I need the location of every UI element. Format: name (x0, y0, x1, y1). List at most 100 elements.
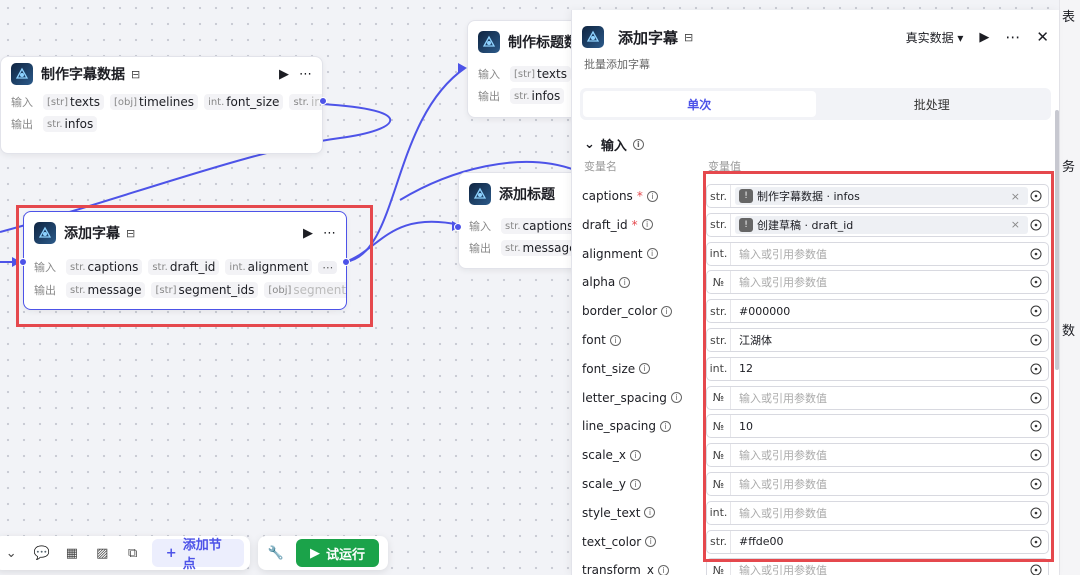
param-value[interactable]: 12 (731, 362, 1028, 375)
layout-grid-icon[interactable]: ▦ (61, 541, 83, 565)
node-add-subtitle[interactable]: 添加字幕 ⊟ ▶ ⋯ 输入 str. captions str. draft_id i… (19, 211, 350, 310)
param-input[interactable]: № 输入或引用参数值 (706, 472, 1049, 496)
param-input[interactable]: str. #000000 (706, 299, 1049, 324)
param-value-input[interactable]: 输入或引用参数值 (731, 390, 1028, 406)
reference-target-icon[interactable] (1028, 246, 1044, 262)
param-value-input[interactable]: 输入或引用参数值 (731, 246, 1028, 262)
data-mode-select[interactable]: 真实数据 ▾ (906, 29, 964, 46)
reference-target-icon[interactable] (1028, 534, 1044, 550)
tab-batch[interactable]: 批处理 (816, 91, 1049, 117)
param-input[interactable]: str. 江湖体 (706, 328, 1049, 352)
node-icon (34, 222, 56, 244)
input-section-header[interactable]: ⌄ 输入 i (572, 134, 1059, 154)
param-input[interactable]: str. #ffde00 (706, 529, 1049, 554)
param-input[interactable]: int. 输入或引用参数值 (706, 241, 1049, 266)
test-run-button[interactable]: ▶ 试运行 (296, 539, 380, 567)
param-value-input[interactable]: 输入或引用参数值 (731, 505, 1028, 521)
run-node-icon[interactable]: ▶ (279, 67, 289, 82)
doc-icon: ⊟ (684, 30, 694, 44)
param-value[interactable]: 10 (731, 420, 1028, 433)
param-value-input[interactable]: 输入或引用参数值 (731, 476, 1028, 492)
reference-target-icon[interactable] (1028, 217, 1044, 233)
param-input[interactable]: № 输入或引用参数值 (706, 270, 1049, 295)
reference-target-icon[interactable] (1028, 562, 1044, 575)
info-icon: i (632, 138, 644, 150)
image-icon[interactable]: ▨ (91, 541, 113, 565)
param-name: text_color i (572, 535, 706, 549)
canvas-toolbar: ⌄ 💬 ▦ ▨ ⧉ + 添加节点 (0, 536, 250, 572)
param-value[interactable]: #000000 (731, 305, 1028, 318)
param-name: transform_x i (572, 563, 706, 575)
workflow-canvas[interactable]: 制作字幕数据 ⊟ ▶ ⋯ 输入 [str] texts [obj] timelines… (0, 0, 1080, 575)
node-make-subtitle-data[interactable]: 制作字幕数据 ⊟ ▶ ⋯ 输入 [str] texts [obj] timelines… (0, 56, 327, 154)
outputs-label: 输出 (478, 90, 500, 103)
scrollbar[interactable] (1055, 110, 1059, 370)
more-icon[interactable]: ⋯ (323, 226, 336, 241)
chevron-down-icon[interactable]: ⌄ (0, 541, 22, 565)
param-name: line_spacing i (572, 419, 706, 433)
info-icon: i (639, 363, 651, 375)
output-chip: str. message (501, 240, 581, 256)
param-name: letter_spacing i (572, 391, 706, 405)
param-row: alpha i № 输入或引用参数值 (572, 269, 1052, 295)
param-value-input[interactable]: 输入或引用参数值 (731, 274, 1028, 290)
add-node-button[interactable]: + 添加节点 (151, 538, 244, 572)
inputs-label: 输入 (34, 261, 56, 274)
param-type: str. (707, 300, 731, 323)
wrench-icon[interactable]: 🔧 (264, 541, 288, 565)
param-input[interactable]: int. 12 (706, 356, 1049, 381)
plus-icon: + (165, 545, 177, 561)
param-input[interactable]: str.! 制作字幕数据 · infos × (706, 184, 1049, 208)
node-title: 制作字幕数据 (41, 67, 125, 83)
reference-target-icon[interactable] (1028, 188, 1044, 204)
input-chip: [str] texts (510, 66, 571, 82)
input-chip: [str] texts (43, 94, 104, 110)
close-icon[interactable]: ✕ (1036, 28, 1049, 46)
param-type: str. (707, 185, 731, 207)
param-value[interactable]: #ffde00 (731, 535, 1028, 548)
clear-icon[interactable]: × (1011, 190, 1020, 203)
param-name: alpha i (572, 275, 706, 289)
param-input[interactable]: № 输入或引用参数值 (706, 558, 1049, 575)
reference-target-icon[interactable] (1028, 476, 1044, 492)
right-strip-text: 表 (1062, 10, 1076, 25)
comment-icon[interactable]: 💬 (30, 541, 52, 565)
reference-target-icon[interactable] (1028, 274, 1044, 290)
reference-target-icon[interactable] (1028, 390, 1044, 406)
run-node-icon[interactable]: ▶ (303, 226, 313, 241)
minimap-icon[interactable]: ⧉ (121, 541, 143, 565)
reference-target-icon[interactable] (1028, 361, 1044, 377)
tab-single[interactable]: 单次 (583, 91, 816, 117)
reference-target-icon[interactable] (1028, 447, 1044, 463)
inputs-label: 输入 (11, 96, 33, 109)
input-port[interactable] (19, 258, 27, 266)
param-value-input[interactable]: 输入或引用参数值 (731, 562, 1028, 575)
param-input[interactable]: str.! 创建草稿 · draft_id × (706, 212, 1049, 237)
param-value-input[interactable]: 输入或引用参数值 (731, 447, 1028, 463)
param-value[interactable]: 江湖体 (731, 332, 1028, 348)
param-row: letter_spacing i № 输入或引用参数值 (572, 385, 1052, 411)
output-port[interactable] (319, 97, 327, 105)
input-port[interactable] (454, 223, 462, 231)
param-type: str. (707, 329, 731, 351)
param-name: captions * i (572, 189, 706, 203)
edge-add-subtitle-to-make-title (344, 67, 466, 263)
reference-target-icon[interactable] (1028, 505, 1044, 521)
node-title: 添加字幕 (64, 226, 120, 242)
reference-target-icon[interactable] (1028, 332, 1044, 348)
reference-tag[interactable]: ! 创建草稿 · draft_id × (735, 215, 1028, 234)
more-icon[interactable]: ⋯ (299, 67, 312, 82)
run-node-icon[interactable]: ▶ (979, 30, 989, 45)
reference-target-icon[interactable] (1028, 418, 1044, 434)
param-input[interactable]: № 输入或引用参数值 (706, 385, 1049, 410)
output-port[interactable] (342, 258, 350, 266)
reference-target-icon[interactable] (1028, 303, 1044, 319)
param-input[interactable]: № 10 (706, 414, 1049, 439)
param-input[interactable]: int. 输入或引用参数值 (706, 500, 1049, 525)
clear-icon[interactable]: × (1011, 218, 1020, 231)
input-chip: str. captions (501, 218, 578, 234)
more-inputs-button[interactable]: ⋯ (318, 260, 338, 274)
more-icon[interactable]: ⋯ (1005, 28, 1020, 46)
param-input[interactable]: № 输入或引用参数值 (706, 443, 1049, 468)
reference-tag[interactable]: ! 制作字幕数据 · infos × (735, 187, 1028, 205)
